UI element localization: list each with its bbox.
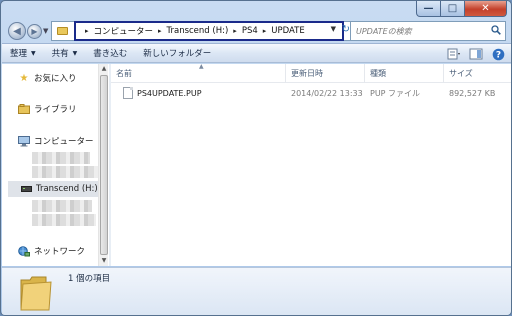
breadcrumb-separator[interactable]: ▸ (258, 27, 272, 35)
hidden-drive-item[interactable] (32, 152, 90, 164)
scroll-down-arrow-icon[interactable]: ▼ (99, 256, 109, 266)
sidebar-item-label: お気に入り (34, 74, 77, 84)
scroll-up-arrow-icon[interactable]: ▲ (99, 64, 109, 74)
breadcrumb-separator[interactable]: ▸ (80, 27, 94, 35)
breadcrumb-drive[interactable]: Transcend (H:) (167, 26, 229, 36)
breadcrumb-ps4[interactable]: PS4 (242, 26, 258, 36)
star-icon: ★ (19, 72, 29, 84)
burn-label: 書き込む (93, 49, 128, 59)
sidebar-item-label: ネットワーク (34, 247, 86, 257)
column-header-date[interactable]: 更新日時 (286, 64, 365, 83)
file-size: 892,527 KB (449, 88, 496, 98)
view-options-icon[interactable] (446, 47, 462, 61)
column-header-type[interactable]: 種類 (365, 64, 444, 83)
maximize-button[interactable]: □ (441, 1, 465, 17)
back-arrow-icon[interactable]: ◀ (8, 22, 26, 40)
preview-pane-icon[interactable] (468, 47, 484, 61)
sidebar-item-favorites[interactable]: ★ お気に入り (2, 70, 77, 86)
search-icon[interactable] (491, 25, 501, 35)
close-button[interactable]: ✕ (465, 1, 507, 17)
file-type: PUP ファイル (370, 88, 421, 98)
breadcrumb-separator[interactable]: ▸ (153, 27, 167, 35)
sidebar-item-computer[interactable]: コンピューター (2, 133, 94, 149)
computer-icon (18, 135, 30, 147)
share-button[interactable]: 共有 ▼ (44, 44, 86, 62)
view-controls: ? (446, 45, 506, 63)
library-icon (18, 103, 30, 115)
refresh-icon[interactable]: ↻ (342, 24, 350, 35)
help-icon[interactable]: ? (490, 47, 506, 61)
column-header-name[interactable]: 名前 (111, 64, 286, 83)
breadcrumb-update[interactable]: UPDATE (271, 26, 304, 36)
sidebar-item-network[interactable]: ネットワーク (2, 243, 85, 259)
organize-label: 整理 (10, 49, 28, 59)
sidebar-item-label: Transcend (H:) (36, 184, 98, 194)
file-date: 2014/02/22 13:33 (291, 88, 363, 98)
file-list: ▲ 名前 更新日時 種類 サイズ PS4UPDATE.PUP 2014/02/2… (111, 63, 511, 266)
chevron-down-icon: ▼ (72, 49, 78, 57)
share-label: 共有 (51, 49, 69, 59)
navigation-scrollbar[interactable]: ▲ ▼ (98, 64, 108, 266)
chevron-down-icon: ▼ (31, 49, 36, 57)
organize-button[interactable]: 整理 ▼ (2, 44, 44, 62)
breadcrumb-computer[interactable]: コンピューター (94, 25, 154, 37)
minimize-button[interactable]: — (416, 1, 441, 17)
breadcrumb: ▸ コンピューター ▸ Transcend (H:) ▸ PS4 ▸ UPDAT… (74, 21, 344, 41)
address-bar[interactable]: ▸ コンピューター ▸ Transcend (H:) ▸ PS4 ▸ UPDAT… (51, 21, 353, 41)
new-folder-label: 新しいフォルダー (143, 49, 212, 59)
folder-icon (20, 276, 52, 311)
recent-pages-dropdown[interactable]: ▼ (43, 27, 48, 35)
forward-arrow-icon[interactable]: ▶ (27, 24, 42, 39)
hidden-drive-item[interactable] (32, 214, 96, 226)
sidebar-item-transcend-drive[interactable]: Transcend (H:) (8, 181, 98, 197)
burn-button[interactable]: 書き込む (85, 44, 135, 62)
search-box[interactable] (350, 21, 506, 41)
usb-drive-icon (20, 183, 32, 195)
item-count: 1 個の項目 (68, 274, 111, 284)
navigation-row: ◀ ▶ ▼ ▸ コンピューター ▸ Transcend (H:) ▸ PS4 ▸… (1, 20, 511, 42)
file-name: PS4UPDATE.PUP (137, 88, 202, 98)
svg-text:?: ? (495, 50, 500, 60)
breadcrumb-separator[interactable]: ▸ (228, 27, 242, 35)
sidebar-item-libraries[interactable]: ライブラリ (2, 101, 77, 117)
sidebar-item-label: コンピューター (34, 137, 94, 147)
file-icon (123, 87, 133, 99)
scrollbar-thumb[interactable] (100, 75, 108, 255)
column-headers: ▲ 名前 更新日時 種類 サイズ (111, 63, 511, 83)
file-row[interactable]: PS4UPDATE.PUP 2014/02/22 13:33 PUP ファイル … (111, 85, 511, 101)
new-folder-button[interactable]: 新しいフォルダー (135, 44, 219, 62)
details-pane: 1 個の項目 (2, 267, 511, 315)
chevron-down-icon[interactable]: ▼ (331, 25, 336, 33)
hidden-drive-item[interactable] (32, 166, 98, 178)
folder-icon (55, 24, 69, 38)
caption-buttons: — □ ✕ (416, 1, 507, 17)
command-bar: 整理 ▼ 共有 ▼ 書き込む 新しいフォルダー ? (2, 43, 511, 63)
file-name-cell[interactable]: PS4UPDATE.PUP (123, 85, 202, 101)
network-icon (18, 245, 30, 257)
column-header-size[interactable]: サイズ (444, 64, 511, 83)
explorer-window: — □ ✕ ◀ ▶ ▼ ▸ コンピューター ▸ Transcend (H:) ▸… (0, 0, 512, 316)
hidden-drive-item[interactable] (32, 200, 92, 212)
sidebar-item-label: ライブラリ (34, 105, 77, 115)
navigation-pane: ★ お気に入り ライブラリ コンピューター Transcend (H:) ネット… (2, 64, 109, 266)
search-input[interactable] (356, 26, 488, 36)
